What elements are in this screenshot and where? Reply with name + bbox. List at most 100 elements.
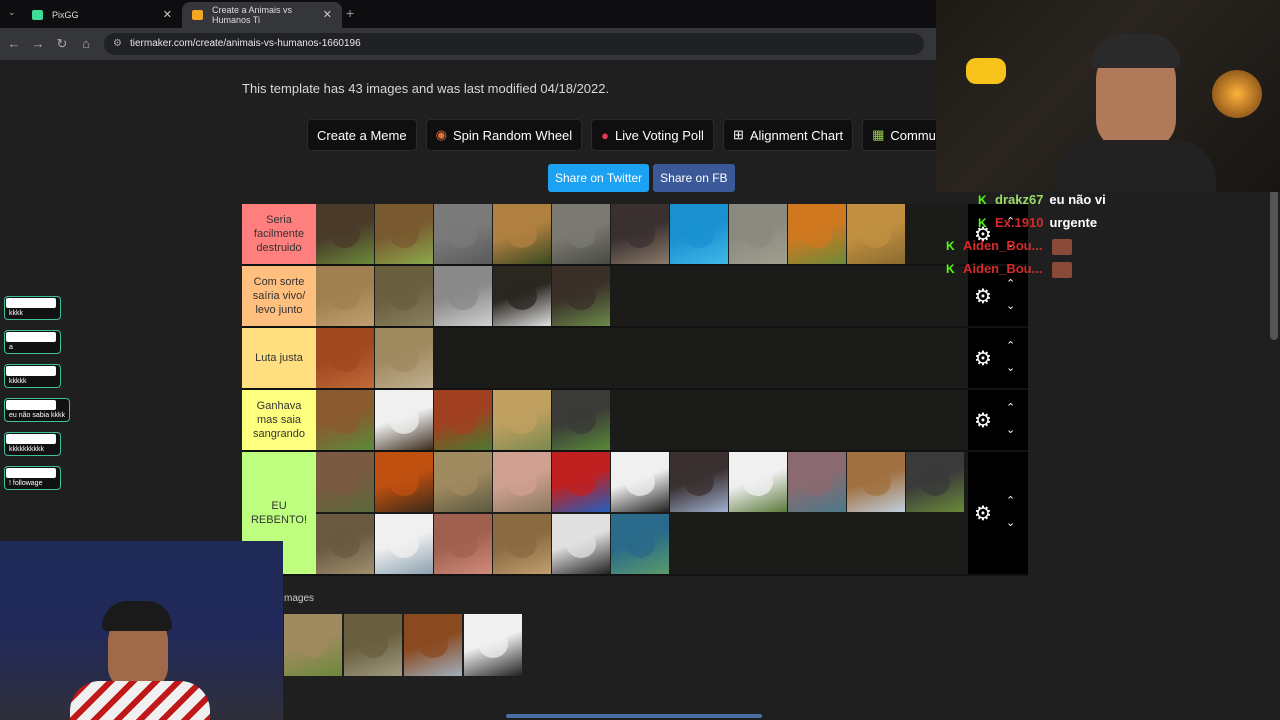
animal-figure: [389, 530, 419, 558]
chat-username[interactable]: Aiden_Bou...: [963, 261, 1042, 276]
animal-tile-horse[interactable]: [404, 614, 462, 676]
animal-tile-dolphin[interactable]: [788, 452, 846, 512]
animal-tile-crocodile[interactable]: [375, 266, 433, 326]
animal-tile-orangutan[interactable]: [316, 328, 374, 388]
animal-tile-deer[interactable]: [847, 452, 905, 512]
animal-figure: [743, 220, 773, 248]
animal-tile-jaguar[interactable]: [493, 204, 551, 264]
animal-tile-boar[interactable]: [552, 266, 610, 326]
animal-tile-cat[interactable]: [316, 514, 374, 574]
animal-tile-tamarin[interactable]: [375, 452, 433, 512]
animal-tile-hawk[interactable]: [906, 452, 964, 512]
home-icon[interactable]: ⌂: [78, 36, 94, 51]
record-dot-icon: ●: [601, 127, 610, 143]
animal-tile-eagle[interactable]: [375, 390, 433, 450]
tier-items[interactable]: [316, 390, 968, 450]
share-twitter-button[interactable]: Share on Twitter: [548, 164, 650, 192]
animal-tile-ocelot[interactable]: [434, 452, 492, 512]
tier-settings-gear-icon[interactable]: ⚙: [972, 503, 994, 525]
close-tab-icon[interactable]: ✕: [323, 8, 332, 21]
animal-tile-peacock[interactable]: [611, 514, 669, 574]
move-tier-down-icon[interactable]: ⌄: [1006, 361, 1015, 374]
chat-text: eu não vi: [1049, 192, 1106, 207]
animal-tile-hyena[interactable]: [316, 266, 374, 326]
tab-tiermaker[interactable]: Create a Animais vs Humanos Ti ✕: [182, 2, 342, 28]
back-arrow-icon[interactable]: ←: [6, 36, 22, 51]
move-tier-down-icon[interactable]: ⌄: [1006, 299, 1015, 312]
animal-tile-chimpanzee[interactable]: [493, 266, 551, 326]
animal-tile-goose[interactable]: [729, 452, 787, 512]
animal-figure: [684, 468, 714, 496]
animal-tile-pig[interactable]: [493, 452, 551, 512]
animal-figure: [389, 344, 419, 372]
live-voting-poll-button[interactable]: ● Live Voting Poll: [591, 119, 714, 151]
close-tab-icon[interactable]: ✕: [163, 8, 172, 21]
animal-tile-piranha[interactable]: [434, 514, 492, 574]
alignment-chart-button[interactable]: ⊞ Alignment Chart: [722, 119, 854, 151]
animal-tile-cheetah[interactable]: [493, 390, 551, 450]
animal-tile-swan[interactable]: [375, 514, 433, 574]
tier-label[interactable]: Luta justa: [242, 328, 316, 388]
move-tier-up-icon[interactable]: ⌃: [1006, 494, 1015, 507]
animal-tile-penguin[interactable]: [611, 452, 669, 512]
animal-tile-ostrich[interactable]: [670, 452, 728, 512]
animal-tile-dog[interactable]: [316, 390, 374, 450]
tier-settings-gear-icon[interactable]: ⚙: [972, 348, 994, 370]
kick-badge-icon: K: [946, 262, 955, 277]
site-info-icon[interactable]: ⚙: [113, 38, 122, 49]
stream-chat-right: Kdrakz67 eu não vi K Ex.1910 urgente K Aiden_B…: [946, 192, 1276, 284]
move-tier-up-icon[interactable]: ⌃: [1006, 401, 1015, 414]
animal-tile-capybara[interactable]: [316, 452, 374, 512]
move-tier-down-icon[interactable]: ⌄: [1006, 423, 1015, 436]
animal-tile-owl[interactable]: [493, 514, 551, 574]
tier-settings-gear-icon[interactable]: ⚙: [972, 410, 994, 432]
share-facebook-button[interactable]: Share on FB: [653, 164, 735, 192]
tier-label[interactable]: Ganhava mas saia sangrando: [242, 390, 316, 450]
animal-tile-moose[interactable]: [375, 204, 433, 264]
animal-tile-maned-wolf[interactable]: [434, 390, 492, 450]
tab-pixgg[interactable]: PixGG ✕: [22, 2, 182, 28]
animal-tile-lion[interactable]: [847, 204, 905, 264]
animal-tile-gorilla[interactable]: [611, 204, 669, 264]
chat-username[interactable]: drakz67: [995, 192, 1043, 207]
animal-tile-zebra[interactable]: [552, 514, 610, 574]
chat-username[interactable]: Ex.1910: [995, 215, 1043, 230]
animal-tile-tiger[interactable]: [788, 204, 846, 264]
spin-random-wheel-button[interactable]: ◉ Spin Random Wheel: [425, 119, 583, 151]
animal-tile-cobra[interactable]: [344, 614, 402, 676]
tiermaker-favicon-icon: [192, 10, 203, 20]
animal-tile-bear[interactable]: [316, 204, 374, 264]
chat-bubble-header: [6, 298, 56, 308]
kick-badge-icon: K: [978, 193, 987, 208]
animal-tile-tapir[interactable]: [552, 390, 610, 450]
animal-tile-hippo[interactable]: [434, 204, 492, 264]
animal-tile-panda[interactable]: [464, 614, 522, 676]
reload-icon[interactable]: ↻: [54, 36, 70, 52]
horizontal-scrollbar[interactable]: [506, 714, 762, 718]
tier-label[interactable]: Com sorte saíria vivo/ levo junto: [242, 266, 316, 326]
animal-figure: [566, 406, 596, 434]
move-tier-down-icon[interactable]: ⌄: [1006, 516, 1015, 529]
tier-items[interactable]: [316, 266, 968, 326]
button-label: Spin Random Wheel: [452, 127, 573, 143]
tier-items[interactable]: [316, 204, 968, 264]
tier-settings-gear-icon[interactable]: ⚙: [972, 286, 994, 308]
tier-label[interactable]: Seria facilmente destruido: [242, 204, 316, 264]
animal-tile-elephant[interactable]: [552, 204, 610, 264]
animal-tile-giraffe[interactable]: [375, 328, 433, 388]
tier-items[interactable]: [316, 452, 968, 574]
move-tier-up-icon[interactable]: ⌃: [1006, 339, 1015, 352]
url-bar[interactable]: ⚙ tiermaker.com/create/animais-vs-humano…: [104, 33, 924, 55]
tier-controls: ⚙ ⌃ ⌄: [968, 390, 1028, 450]
create-meme-button[interactable]: Create a Meme: [307, 119, 417, 151]
animal-tile-rhino[interactable]: [729, 204, 787, 264]
animal-tile-whale[interactable]: [670, 204, 728, 264]
new-tab-button[interactable]: +: [346, 5, 354, 21]
forward-arrow-icon[interactable]: →: [30, 36, 46, 51]
animal-tile-macaw[interactable]: [552, 452, 610, 512]
chat-username[interactable]: Aiden_Bou...: [963, 238, 1042, 253]
animal-tile-wolf[interactable]: [434, 266, 492, 326]
tier-items[interactable]: [316, 328, 968, 388]
animal-tile-partial-animal[interactable]: [284, 614, 342, 676]
tab-list-chevron-icon[interactable]: ⌄: [8, 7, 16, 18]
